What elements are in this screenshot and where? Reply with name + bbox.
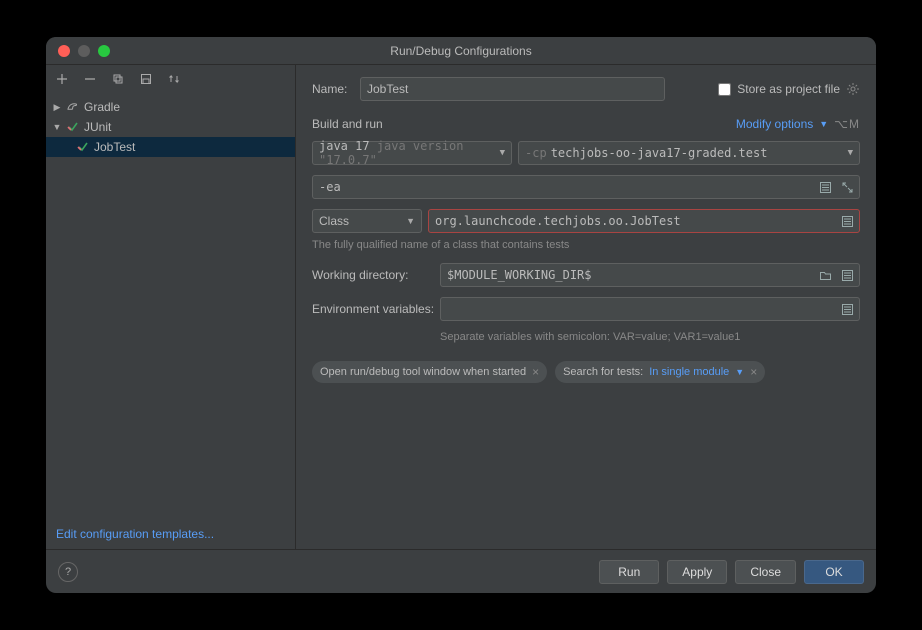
chevron-down-icon: ▼	[819, 119, 828, 129]
copy-icon[interactable]	[110, 71, 126, 87]
chevron-down-icon: ▼	[52, 122, 62, 132]
jdk-select[interactable]: java 17 java version "17.0.7" ▼	[312, 141, 512, 165]
name-input[interactable]	[360, 77, 665, 101]
window-title: Run/Debug Configurations	[46, 44, 876, 58]
folder-icon[interactable]	[816, 266, 834, 284]
env-vars-row: Environment variables:	[312, 297, 860, 321]
tag-search-tests[interactable]: Search for tests: In single module ▼ ×	[555, 361, 765, 383]
list-icon[interactable]	[816, 178, 834, 196]
apply-button[interactable]: Apply	[667, 560, 727, 584]
cp-prefix: -cp	[525, 146, 547, 160]
jdk-prefix: java 17	[319, 139, 370, 153]
classpath-select[interactable]: -cp techjobs-oo-java17-graded.test ▼	[518, 141, 860, 165]
save-icon[interactable]	[138, 71, 154, 87]
name-label: Name:	[312, 82, 360, 96]
list-icon[interactable]	[838, 300, 856, 318]
tree-item-jobtest[interactable]: JobTest	[46, 137, 295, 157]
store-label: Store as project file	[737, 82, 840, 96]
option-tags: Open run/debug tool window when started …	[312, 361, 860, 383]
close-icon[interactable]: ×	[750, 365, 757, 379]
sort-icon[interactable]	[166, 71, 182, 87]
sidebar-toolbar	[46, 65, 295, 93]
ok-button[interactable]: OK	[804, 560, 864, 584]
tree-item-gradle[interactable]: ▶ Gradle	[46, 97, 295, 117]
dialog-body: ▶ Gradle ▼ JUnit JobTest Edit configurat…	[46, 65, 876, 549]
tree-label: Gradle	[84, 100, 120, 114]
working-dir-label: Working directory:	[312, 268, 440, 282]
list-icon[interactable]	[838, 266, 856, 284]
junit-icon	[76, 140, 90, 154]
main-panel: Name: Store as project file Build and ru…	[296, 65, 876, 549]
env-vars-label: Environment variables:	[312, 302, 440, 316]
tag-label: Search for tests:	[563, 366, 643, 378]
expand-icon[interactable]	[838, 178, 856, 196]
tree-item-junit[interactable]: ▼ JUnit	[46, 117, 295, 137]
titlebar: Run/Debug Configurations	[46, 37, 876, 65]
sidebar-footer: Edit configuration templates...	[46, 519, 295, 549]
junit-icon	[66, 120, 80, 134]
config-tree: ▶ Gradle ▼ JUnit JobTest	[46, 93, 295, 519]
help-icon[interactable]: ?	[58, 562, 78, 582]
section-title: Build and run	[312, 117, 383, 131]
remove-icon[interactable]	[82, 71, 98, 87]
test-kind-select[interactable]: Class ▼	[312, 209, 422, 233]
working-dir-input[interactable]	[440, 263, 860, 287]
store-row: Store as project file	[718, 82, 860, 96]
close-button[interactable]: Close	[735, 560, 796, 584]
tag-label: Open run/debug tool window when started	[320, 366, 526, 378]
chevron-right-icon: ▶	[52, 102, 62, 113]
build-run-header: Build and run Modify options ▼ ⌥M	[312, 117, 860, 131]
chevron-down-icon: ▼	[500, 148, 505, 158]
env-vars-input[interactable]	[440, 297, 860, 321]
edit-templates-link[interactable]: Edit configuration templates...	[56, 527, 214, 541]
test-kind-value: Class	[319, 214, 349, 228]
name-row: Name: Store as project file	[312, 77, 860, 101]
chevron-down-icon: ▼	[735, 367, 744, 377]
list-icon[interactable]	[838, 212, 856, 230]
store-checkbox[interactable]	[718, 83, 731, 96]
run-button[interactable]: Run	[599, 560, 659, 584]
vm-options-input[interactable]	[312, 175, 860, 199]
jdk-classpath-row: java 17 java version "17.0.7" ▼ -cp tech…	[312, 141, 860, 165]
chevron-down-icon: ▼	[406, 216, 415, 226]
class-hint: The fully qualified name of a class that…	[312, 239, 860, 251]
tag-open-tool-window[interactable]: Open run/debug tool window when started …	[312, 361, 547, 383]
chevron-down-icon: ▼	[848, 148, 853, 158]
tag-link[interactable]: In single module	[649, 366, 729, 378]
gear-icon[interactable]	[846, 82, 860, 96]
env-hint: Separate variables with semicolon: VAR=v…	[440, 331, 860, 343]
test-kind-row: Class ▼	[312, 209, 860, 233]
close-icon[interactable]: ×	[532, 365, 539, 379]
gradle-icon	[66, 100, 80, 114]
cp-value: techjobs-oo-java17-graded.test	[551, 146, 768, 160]
add-icon[interactable]	[54, 71, 70, 87]
modify-options-link[interactable]: Modify options	[736, 117, 813, 131]
sidebar: ▶ Gradle ▼ JUnit JobTest Edit configurat…	[46, 65, 296, 549]
shortcut-label: ⌥M	[834, 117, 860, 131]
class-name-input[interactable]	[428, 209, 860, 233]
working-dir-row: Working directory:	[312, 263, 860, 287]
vm-options-row	[312, 175, 860, 199]
tree-label: JUnit	[84, 120, 111, 134]
dialog-footer: ? Run Apply Close OK	[46, 549, 876, 593]
tree-label: JobTest	[94, 140, 135, 154]
dialog-window: Run/Debug Configurations ▶ Gradle ▼	[46, 37, 876, 593]
